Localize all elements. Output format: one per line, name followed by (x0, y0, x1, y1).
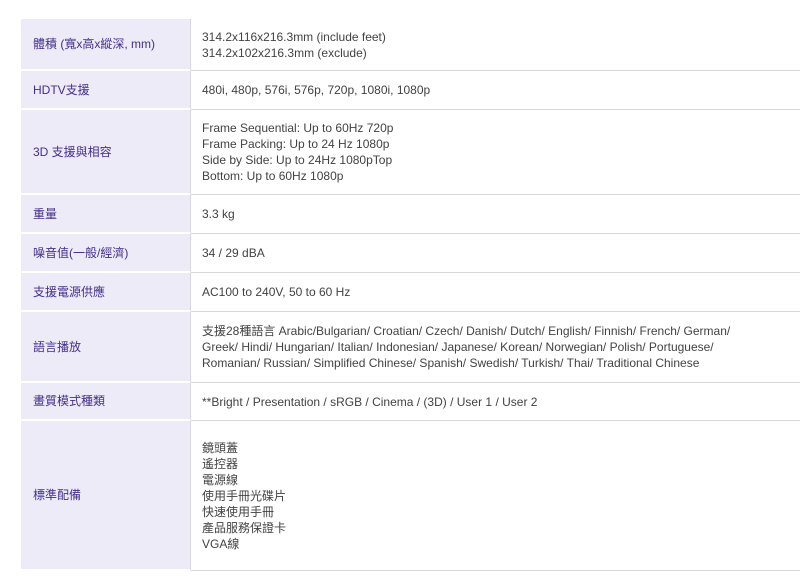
spec-row-accessories: 標準配備 鏡頭蓋 遙控器 電源線 使用手冊光碟片 快速使用手冊 產品服務保證卡 … (21, 421, 800, 571)
spec-value-line: 鏡頭蓋 (202, 440, 239, 455)
spec-value-line: AC100 to 240V, 50 to 60 Hz (202, 285, 351, 299)
spec-value-line: 3.3 kg (202, 207, 235, 221)
spec-value-line: 快速使用手冊 (202, 504, 275, 519)
spec-value-line: Frame Sequential: Up to 60Hz 720p (202, 121, 394, 135)
spec-value: AC100 to 240V, 50 to 60 Hz (191, 273, 800, 312)
spec-table: 體積 (寬x高x縱深, mm) 314.2x116x216.3mm (inclu… (21, 19, 800, 571)
spec-label: 標準配備 (21, 421, 191, 571)
spec-value-line: 遙控器 (202, 456, 239, 471)
spec-row-languages: 語言播放 支援28種語言 Arabic/Bulgarian/ Croatian/… (21, 312, 800, 383)
spec-label: 語言播放 (21, 312, 191, 383)
spec-value-line: VGA線 (202, 536, 240, 551)
spec-row-picture-modes: 畫質模式種類 **Bright / Presentation / sRGB / … (21, 383, 800, 421)
spec-value-line: Frame Packing: Up to 24 Hz 1080p (202, 137, 390, 151)
spec-label: 重量 (21, 195, 191, 234)
spec-row-noise: 噪音值(一般/經濟) 34 / 29 dBA (21, 234, 800, 273)
spec-label: 噪音值(一般/經濟) (21, 234, 191, 273)
spec-value-line: 314.2x102x216.3mm (exclude) (202, 45, 367, 60)
spec-value: **Bright / Presentation / sRGB / Cinema … (191, 383, 800, 421)
spec-value: Frame Sequential: Up to 60Hz 720p Frame … (191, 110, 800, 195)
spec-value-line: Bottom: Up to 60Hz 1080p (202, 169, 344, 183)
spec-value-line: 480i, 480p, 576i, 576p, 720p, 1080i, 108… (202, 83, 431, 97)
spec-value-line: 支援28種語言 Arabic/Bulgarian/ Croatian/ Czec… (202, 324, 731, 338)
spec-value-line: 電源線 (202, 472, 239, 487)
spec-value: 34 / 29 dBA (191, 234, 800, 273)
spec-label: HDTV支援 (21, 71, 191, 110)
spec-row-3d: 3D 支援與相容 Frame Sequential: Up to 60Hz 72… (21, 110, 800, 195)
spec-value-line: Greek/ Hindi/ Hungarian/ Italian/ Indone… (202, 340, 714, 354)
spec-value-line: Side by Side: Up to 24Hz 1080pTop (202, 153, 393, 167)
spec-value-line: 314.2x116x216.3mm (include feet) (202, 29, 386, 44)
spec-row-weight: 重量 3.3 kg (21, 195, 800, 234)
spec-value: 支援28種語言 Arabic/Bulgarian/ Croatian/ Czec… (191, 312, 800, 383)
spec-label: 3D 支援與相容 (21, 110, 191, 195)
spec-value: 480i, 480p, 576i, 576p, 720p, 1080i, 108… (191, 71, 800, 110)
spec-label: 支援電源供應 (21, 273, 191, 312)
spec-value-line: 使用手冊光碟片 (202, 488, 287, 503)
spec-value: 3.3 kg (191, 195, 800, 234)
spec-value-line: Romanian/ Russian/ Simplified Chinese/ S… (202, 356, 700, 370)
spec-value: 314.2x116x216.3mm (include feet) 314.2x1… (191, 19, 800, 71)
spec-value-line: 產品服務保證卡 (202, 520, 287, 535)
spec-row-hdtv: HDTV支援 480i, 480p, 576i, 576p, 720p, 108… (21, 71, 800, 110)
spec-value-line: **Bright / Presentation / sRGB / Cinema … (202, 394, 538, 409)
spec-row-power: 支援電源供應 AC100 to 240V, 50 to 60 Hz (21, 273, 800, 312)
spec-value: 鏡頭蓋 遙控器 電源線 使用手冊光碟片 快速使用手冊 產品服務保證卡 VGA線 (191, 421, 800, 571)
spec-row-dimensions: 體積 (寬x高x縱深, mm) 314.2x116x216.3mm (inclu… (21, 19, 800, 71)
spec-value-line: 34 / 29 dBA (202, 246, 265, 260)
spec-label: 體積 (寬x高x縱深, mm) (21, 19, 191, 71)
spec-label: 畫質模式種類 (21, 383, 191, 421)
